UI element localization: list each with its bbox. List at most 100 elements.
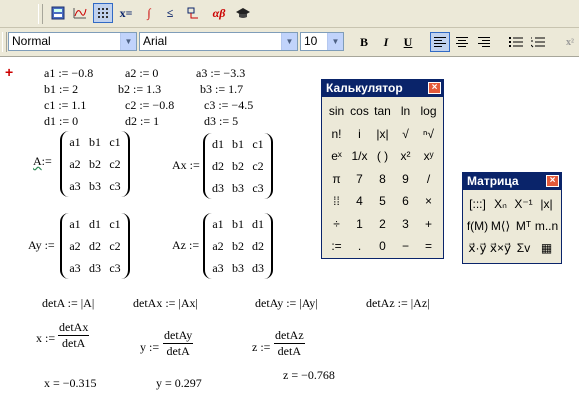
evaluate-icon[interactable]: x=	[116, 3, 136, 23]
matrix-key[interactable]: Mᵀ	[512, 215, 535, 237]
det-A[interactable]: detA := |A|	[42, 296, 94, 311]
symbolic-icon[interactable]	[233, 3, 253, 23]
calculator-key[interactable]: ×	[417, 190, 440, 213]
def-b1[interactable]: b1 := 2	[44, 82, 78, 97]
matrix-Ax-label[interactable]: Ax :=	[172, 158, 200, 173]
solution-y-fraction[interactable]: detAy detA	[163, 328, 194, 359]
matrix-A-label[interactable]: A:=	[33, 154, 52, 169]
calculator-key[interactable]: tan	[371, 100, 394, 123]
align-right-icon[interactable]	[474, 32, 494, 52]
graph-icon[interactable]	[70, 3, 90, 23]
def-b3[interactable]: b3 := 1.7	[200, 82, 243, 97]
matrix-key[interactable]: |x|	[535, 193, 558, 215]
calculator-key[interactable]: 1/x	[348, 145, 371, 168]
calculator-key[interactable]: .	[348, 235, 371, 258]
calculator-key[interactable]: 6	[394, 190, 417, 213]
matrix-key[interactable]: ▦	[535, 237, 558, 259]
calculator-key[interactable]: i	[348, 123, 371, 146]
calculator-key[interactable]: 9	[394, 168, 417, 191]
bold-button[interactable]: B	[354, 32, 374, 52]
calculator-key[interactable]: :=	[325, 235, 348, 258]
calculator-titlebar[interactable]: Калькулятор ×	[322, 80, 443, 97]
numbered-list-icon[interactable]	[528, 32, 548, 52]
calculator-key[interactable]: =	[417, 235, 440, 258]
matrix-Az[interactable]: a1 b1 d1 a2 b2 d2 a3 b3 d3	[203, 213, 273, 279]
close-icon[interactable]: ×	[546, 175, 559, 187]
result-z[interactable]: z = −0.768	[283, 368, 335, 383]
style-select[interactable]: Normal ▼	[8, 32, 137, 51]
det-Ax[interactable]: detAx := |Ax|	[133, 296, 198, 311]
calculator-icon[interactable]	[48, 3, 68, 23]
greek-icon[interactable]: αβ	[207, 3, 231, 23]
matrix-key[interactable]: M⟨⟩	[489, 215, 512, 237]
def-d1[interactable]: d1 := 0	[44, 114, 78, 129]
def-d3[interactable]: d3 := 5	[204, 114, 238, 129]
det-Ay[interactable]: detAy := |Ay|	[255, 296, 318, 311]
calculator-key[interactable]: ⁞⁞	[325, 190, 348, 213]
close-icon[interactable]: ×	[428, 82, 441, 94]
chevron-down-icon[interactable]: ▼	[120, 33, 136, 50]
calculator-key[interactable]: 0	[371, 235, 394, 258]
calculator-key[interactable]: 8	[371, 168, 394, 191]
calculator-key[interactable]: ( )	[371, 145, 394, 168]
calculator-key[interactable]: log	[417, 100, 440, 123]
font-select[interactable]: Arial ▼	[139, 32, 298, 51]
matrix-Ax[interactable]: d1 b1 c1 d2 b2 c2 d3 b3 c3	[203, 133, 273, 199]
calculator-key[interactable]: ⁿ√	[417, 123, 440, 146]
solution-z-lhs[interactable]: z :=	[252, 340, 270, 355]
bullet-list-icon[interactable]	[506, 32, 526, 52]
def-c1[interactable]: c1 := 1.1	[44, 98, 86, 113]
def-c2[interactable]: c2 := −0.8	[125, 98, 174, 113]
def-a1[interactable]: a1 := −0.8	[44, 66, 93, 81]
matrix-key[interactable]: f(M)	[466, 215, 489, 237]
calculator-key[interactable]: −	[394, 235, 417, 258]
calculator-key[interactable]: sin	[325, 100, 348, 123]
solution-y-lhs[interactable]: y :=	[140, 340, 159, 355]
solution-x-fraction[interactable]: detAx detA	[58, 320, 90, 351]
result-x[interactable]: x = −0.315	[44, 376, 97, 391]
programming-icon[interactable]	[183, 3, 203, 23]
matrix-key[interactable]: Σv	[512, 237, 535, 259]
calculator-key[interactable]: x²	[394, 145, 417, 168]
result-y[interactable]: y = 0.297	[156, 376, 202, 391]
toolbar-grip[interactable]	[2, 32, 7, 52]
matrix-A[interactable]: a1 b1 c1 a2 b2 c2 a3 b3 c3	[60, 131, 130, 197]
calculator-key[interactable]: 3	[394, 213, 417, 236]
calculator-key[interactable]: 1	[348, 213, 371, 236]
calculator-key[interactable]: 4	[348, 190, 371, 213]
matrix-titlebar[interactable]: Матрица ×	[463, 173, 561, 190]
font-size-select[interactable]: 10 ▼	[300, 32, 344, 51]
calculator-key[interactable]: cos	[348, 100, 371, 123]
def-a2[interactable]: a2 := 0	[125, 66, 158, 81]
matrix-key[interactable]: Xₙ	[489, 193, 512, 215]
matrix-key[interactable]: m..n	[535, 215, 558, 237]
calculator-key[interactable]: |x|	[371, 123, 394, 146]
align-left-icon[interactable]	[430, 32, 450, 52]
calculator-key[interactable]: √	[394, 123, 417, 146]
calculator-key[interactable]: +	[417, 213, 440, 236]
matrix-icon[interactable]	[93, 3, 113, 23]
toolbar-grip[interactable]	[38, 4, 43, 24]
calculator-key[interactable]: 7	[348, 168, 371, 191]
solution-x-lhs[interactable]: x :=	[36, 331, 55, 346]
calculator-key[interactable]: π	[325, 168, 348, 191]
calculator-key[interactable]: ln	[394, 100, 417, 123]
calculator-key[interactable]: /	[417, 168, 440, 191]
matrix-Ay-label[interactable]: Ay :=	[28, 238, 55, 253]
calculator-key[interactable]: ÷	[325, 213, 348, 236]
calculator-key[interactable]: n!	[325, 123, 348, 146]
matrix-Az-label[interactable]: Az :=	[172, 238, 199, 253]
calculator-key[interactable]: xʸ	[417, 145, 440, 168]
def-b2[interactable]: b2 := 1.3	[118, 82, 161, 97]
solution-z-fraction[interactable]: detAz detA	[274, 328, 305, 359]
italic-button[interactable]: I	[376, 32, 396, 52]
underline-button[interactable]: U	[398, 32, 418, 52]
chevron-down-icon[interactable]: ▼	[327, 33, 343, 50]
det-Az[interactable]: detAz := |Az|	[366, 296, 430, 311]
matrix-key[interactable]: X⁻¹	[512, 193, 535, 215]
chevron-down-icon[interactable]: ▼	[281, 33, 297, 50]
def-a3[interactable]: a3 := −3.3	[196, 66, 245, 81]
calculator-key[interactable]: 2	[371, 213, 394, 236]
calculus-icon[interactable]: ∫	[139, 3, 159, 23]
align-center-icon[interactable]	[452, 32, 472, 52]
